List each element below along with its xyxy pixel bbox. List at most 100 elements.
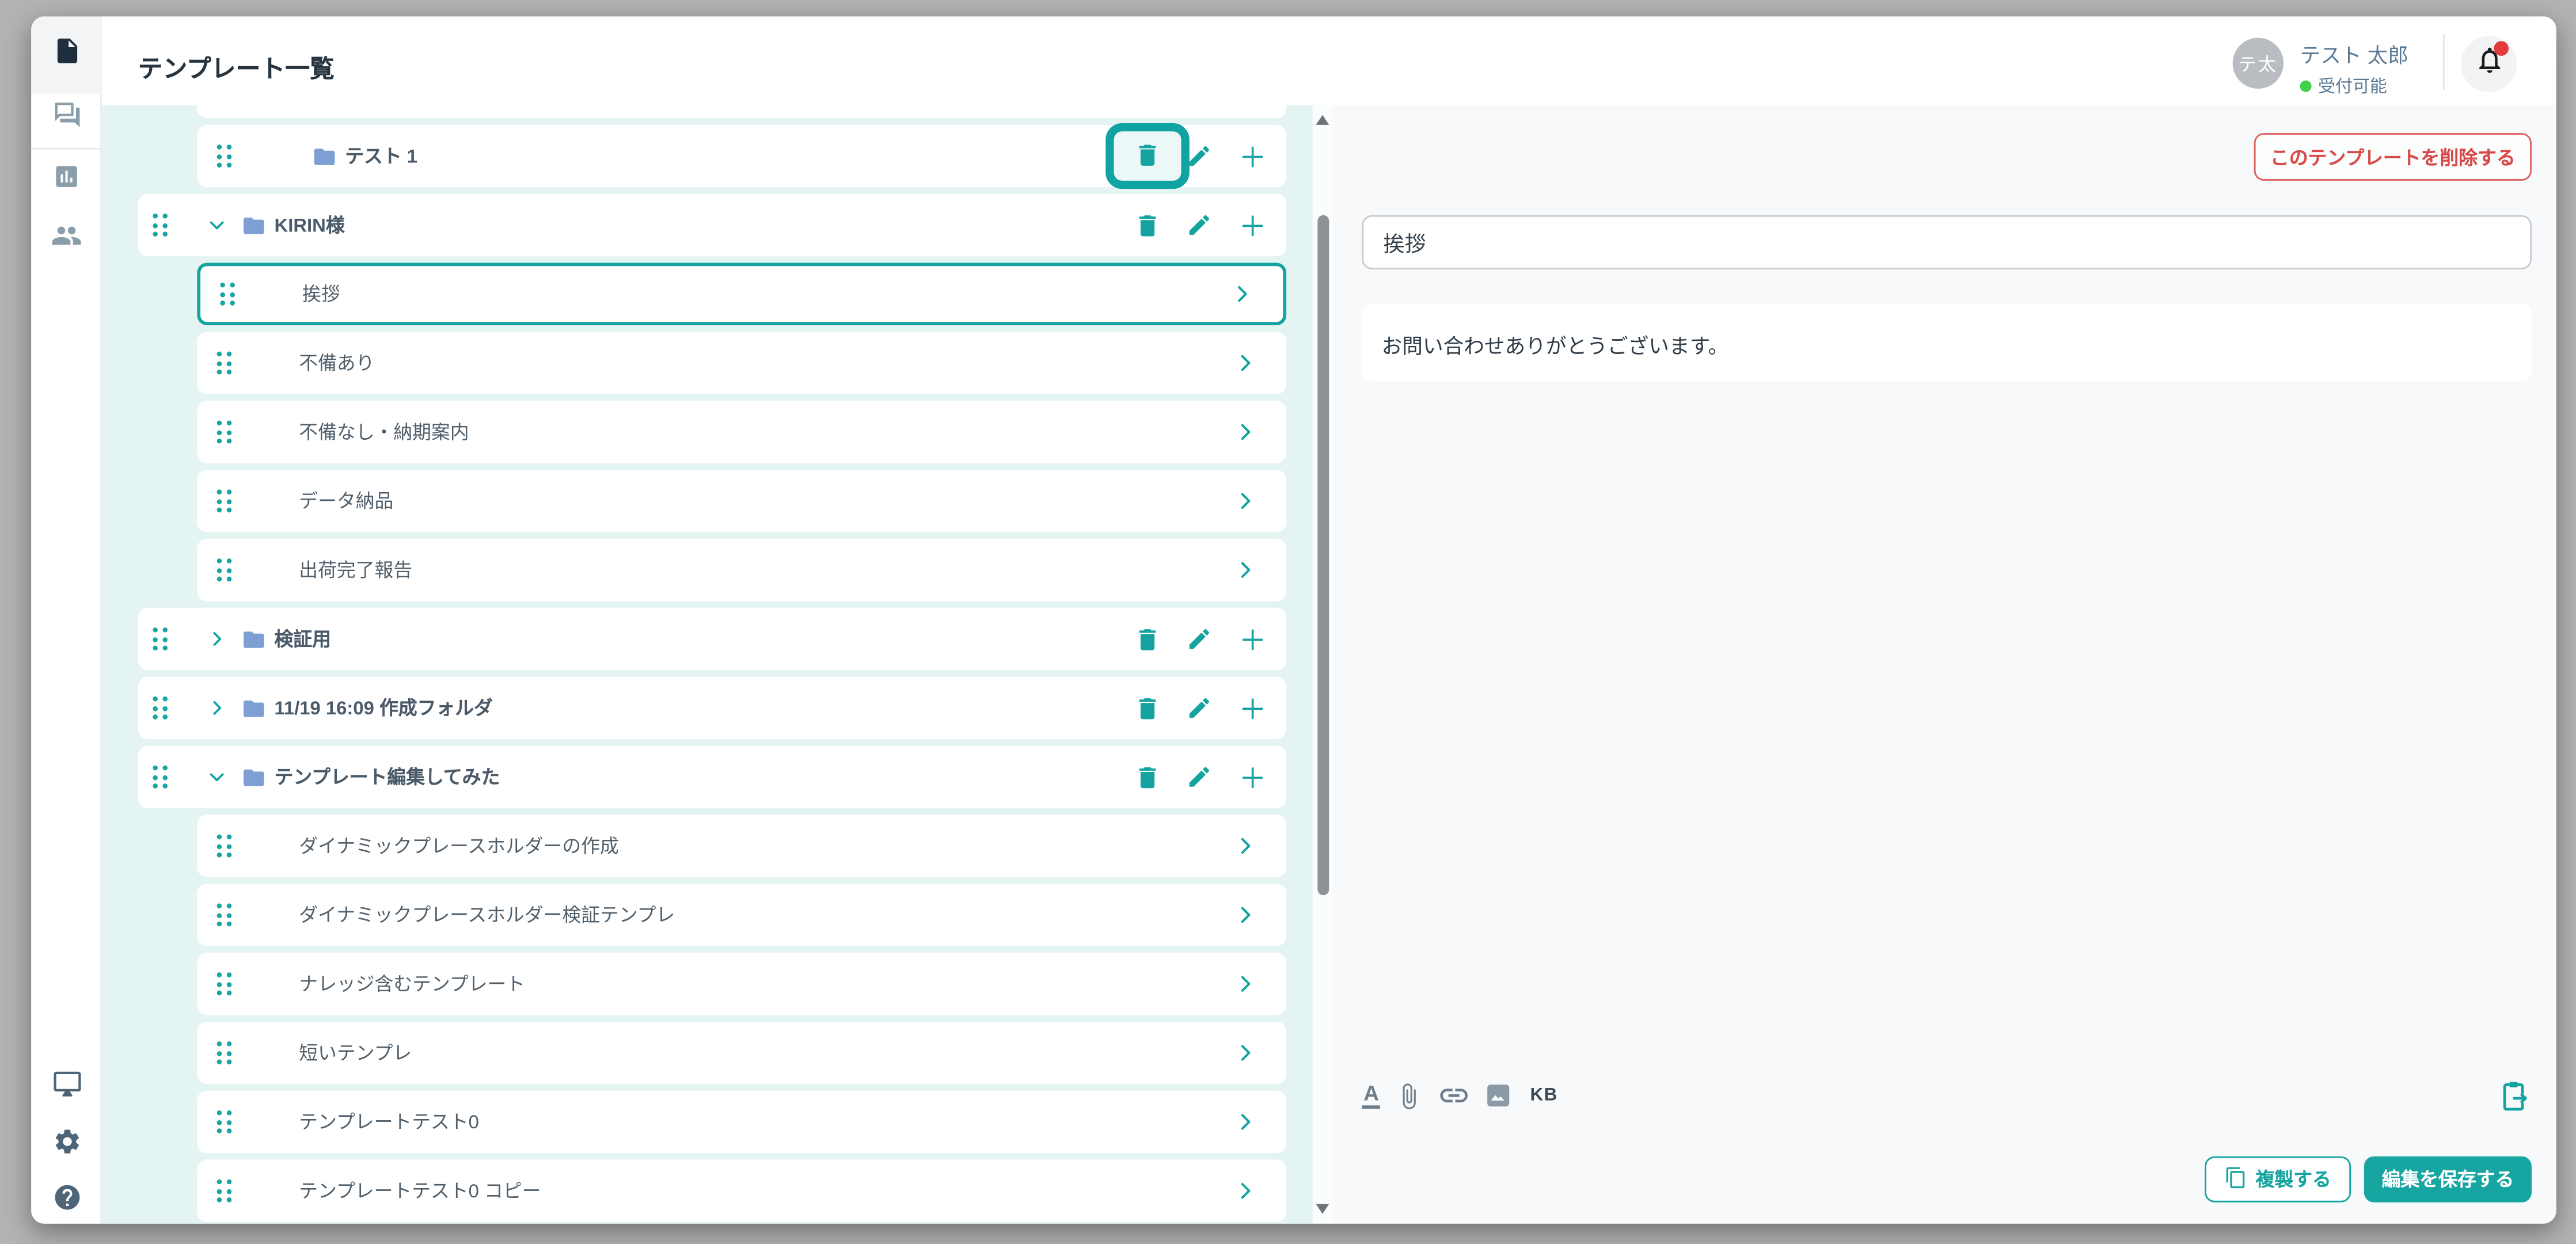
drag-handle-icon[interactable] <box>217 1110 232 1133</box>
plus-icon[interactable] <box>1234 206 1270 245</box>
folder-row[interactable]: テンプレート編集してみた <box>138 745 1286 808</box>
sidebar-item-help[interactable] <box>31 1168 102 1224</box>
drag-handle-icon[interactable] <box>217 144 232 168</box>
chevron-right-icon[interactable] <box>207 629 227 649</box>
template-row[interactable]: ダイナミックプレースホルダー検証テンプレ <box>197 884 1286 946</box>
sidebar-item-chat[interactable] <box>31 85 102 151</box>
scroll-down-arrow-icon[interactable] <box>1316 1204 1329 1213</box>
template-title-input[interactable] <box>1362 215 2532 269</box>
duplicate-button-label: 複製する <box>2256 1166 2331 1193</box>
page-title: テンプレート一覧 <box>138 51 335 85</box>
folder-row[interactable]: 11/19 16:09 作成フォルダ <box>138 677 1286 739</box>
pencil-icon[interactable] <box>1181 206 1218 245</box>
attachment-icon[interactable] <box>1396 1082 1424 1110</box>
plus-icon[interactable] <box>1234 136 1270 176</box>
trash-icon[interactable] <box>1129 757 1165 796</box>
duplicate-button[interactable]: 複製する <box>2205 1156 2351 1203</box>
knowledge-base-button[interactable]: KB <box>1527 1086 1558 1105</box>
plus-icon[interactable] <box>1234 757 1270 796</box>
status-dot-icon <box>2300 81 2312 92</box>
chevron-right-icon[interactable] <box>1227 826 1263 865</box>
folder-icon <box>241 695 266 720</box>
drag-handle-icon[interactable] <box>217 558 232 581</box>
list-scrollbar[interactable] <box>1313 105 1332 1224</box>
sidebar-item-reports[interactable] <box>31 148 102 214</box>
link-icon[interactable] <box>1438 1079 1471 1112</box>
drag-handle-icon[interactable] <box>153 627 168 650</box>
pencil-icon[interactable] <box>1181 136 1218 176</box>
template-label: 出荷完了報告 <box>299 557 412 583</box>
template-body-editor[interactable]: お問い合わせありがとうございます。 <box>1362 304 2532 381</box>
folder-row[interactable]: テスト 1 <box>197 125 1286 187</box>
trash-icon[interactable] <box>1129 688 1165 728</box>
drag-handle-icon[interactable] <box>217 972 232 995</box>
template-label: 短いテンプレ <box>299 1040 412 1066</box>
pencil-icon[interactable] <box>1181 619 1218 659</box>
chevron-right-icon[interactable] <box>1227 1102 1263 1142</box>
drag-handle-icon[interactable] <box>217 1041 232 1064</box>
template-label: 不備なし・納期案内 <box>299 419 469 446</box>
template-row[interactable]: データ納品 <box>197 470 1286 532</box>
sidebar-item-templates[interactable] <box>31 17 102 94</box>
folder-row[interactable]: 検証用 <box>138 608 1286 670</box>
trash-icon[interactable] <box>1129 206 1165 245</box>
template-label: テンプレートテスト0 <box>299 1109 479 1135</box>
save-button[interactable]: 編集を保存する <box>2364 1156 2532 1203</box>
plus-icon[interactable] <box>1234 688 1270 728</box>
drag-handle-icon[interactable] <box>217 489 232 512</box>
delete-template-button[interactable]: このテンプレートを削除する <box>2254 133 2532 181</box>
trash-icon[interactable] <box>1130 135 1166 174</box>
pencil-icon[interactable] <box>1181 688 1218 728</box>
drag-handle-icon[interactable] <box>217 352 232 375</box>
clipboard-export-icon[interactable] <box>2495 1078 2532 1114</box>
template-row[interactable]: 不備あり <box>197 332 1286 394</box>
avatar[interactable]: テ太 <box>2233 38 2284 89</box>
template-row[interactable]: テンプレートテスト0 コピー <box>197 1159 1286 1222</box>
template-row[interactable]: 出荷完了報告 <box>197 539 1286 601</box>
pencil-icon[interactable] <box>1181 757 1218 796</box>
user-info[interactable]: テスト 太郎 受付可能 <box>2300 38 2408 99</box>
underline-text-icon[interactable]: A <box>1362 1083 1381 1109</box>
chevron-right-icon[interactable] <box>1227 895 1263 934</box>
drag-handle-icon[interactable] <box>217 903 232 926</box>
template-row[interactable]: 短いテンプレ <box>197 1022 1286 1084</box>
template-rows: テスト 1 KIRIN様挨拶不備あり不備なし・納期案内データ納品出荷完了報告検証用… <box>138 105 1286 1224</box>
folder-row[interactable]: KIRIN様 <box>138 194 1286 256</box>
drag-handle-icon[interactable] <box>220 283 235 306</box>
chevron-down-icon[interactable] <box>207 215 227 235</box>
notifications-button[interactable] <box>2461 36 2517 92</box>
drag-handle-icon[interactable] <box>217 420 232 443</box>
scroll-up-arrow-icon[interactable] <box>1316 115 1329 125</box>
template-label: 不備あり <box>299 350 374 376</box>
chevron-right-icon[interactable] <box>1227 343 1263 382</box>
sidebar-item-users[interactable] <box>31 207 102 273</box>
chevron-right-icon[interactable] <box>1227 481 1263 520</box>
sidebar-item-monitor[interactable] <box>31 1055 102 1120</box>
chevron-down-icon[interactable] <box>207 767 227 786</box>
template-row[interactable]: 不備なし・納期案内 <box>197 401 1286 463</box>
image-icon[interactable] <box>1485 1082 1512 1109</box>
template-row[interactable]: 挨拶 <box>197 263 1286 325</box>
drag-handle-icon[interactable] <box>217 1180 232 1203</box>
template-row[interactable]: テンプレートテスト0 <box>197 1091 1286 1153</box>
drag-handle-icon[interactable] <box>217 834 232 857</box>
chevron-right-icon[interactable] <box>1227 412 1263 451</box>
drag-handle-icon[interactable] <box>153 766 168 789</box>
chevron-right-icon[interactable] <box>1227 964 1263 1003</box>
scrollbar-thumb[interactable] <box>1317 215 1328 895</box>
chevron-right-icon[interactable] <box>1227 1171 1263 1210</box>
screen: テンプレート一覧 テ太 テスト 太郎 受付可能 テスト 1 KIRIN様挨拶不備あ… <box>0 0 2576 1244</box>
chevron-right-icon[interactable] <box>207 698 227 718</box>
top-header: テンプレート一覧 テ太 テスト 太郎 受付可能 <box>102 17 2556 105</box>
chevron-right-icon[interactable] <box>1227 550 1263 589</box>
template-row[interactable]: ダイナミックプレースホルダーの作成 <box>197 815 1286 877</box>
template-row[interactable]: ナレッジ含むテンプレート <box>197 953 1286 1015</box>
trash-icon[interactable] <box>1129 619 1165 659</box>
folder-label: テンプレート編集してみた <box>275 764 500 790</box>
chevron-right-icon[interactable] <box>1224 275 1260 314</box>
drag-handle-icon[interactable] <box>153 214 168 237</box>
clipped-row-top <box>197 105 1286 119</box>
chevron-right-icon[interactable] <box>1227 1033 1263 1072</box>
drag-handle-icon[interactable] <box>153 697 168 720</box>
plus-icon[interactable] <box>1234 619 1270 659</box>
